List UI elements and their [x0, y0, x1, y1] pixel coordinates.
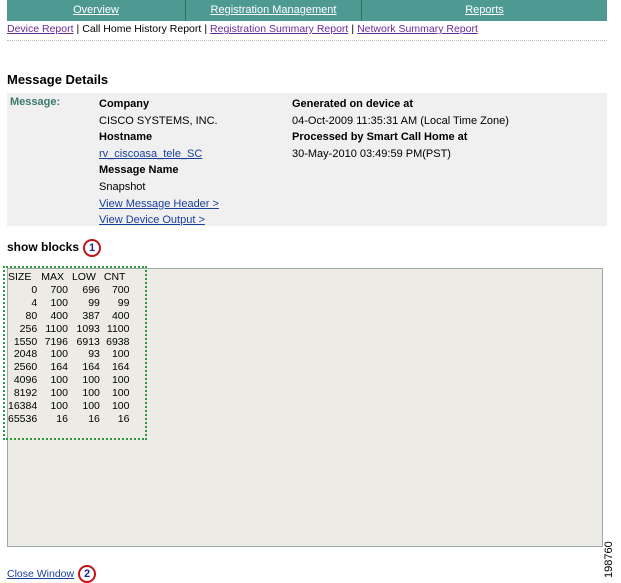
generated-value: 04-Oct-2009 11:35:31 AM (Local Time Zone…	[292, 114, 509, 127]
divider	[7, 40, 607, 41]
processed-value: 30-May-2010 03:49:59 PM(PST)	[292, 147, 451, 160]
tab-reports[interactable]: Reports	[362, 0, 607, 21]
generated-label: Generated on device at	[292, 98, 414, 110]
processed-label: Processed by Smart Call Home at	[292, 131, 468, 144]
highlight-box	[3, 266, 147, 440]
section-title-text: show blocks	[7, 240, 80, 255]
subnav-network-summary[interactable]: Network Summary Report	[357, 23, 478, 35]
message-name-label: Message Name	[99, 164, 179, 177]
subnav-call-home-history: Call Home History Report	[82, 23, 202, 35]
view-device-output-link[interactable]: View Device Output >	[99, 214, 205, 226]
close-window-link[interactable]: Close Window	[7, 568, 74, 580]
section-title: show blocks 1	[7, 239, 102, 257]
hostname-link[interactable]: rv_ciscoasa_tele_SC	[99, 148, 202, 160]
tab-registration-management[interactable]: Registration Management	[186, 0, 362, 21]
page-title: Message Details	[7, 72, 109, 87]
subnav-device-report[interactable]: Device Report	[7, 23, 74, 35]
tab-overview[interactable]: Overview	[7, 0, 186, 21]
view-message-header-link[interactable]: View Message Header >	[99, 198, 219, 210]
figure-number: 198760	[603, 541, 615, 578]
company-value: CISCO SYSTEMS, INC.	[99, 114, 218, 127]
callout-1: 1	[83, 239, 102, 257]
company-label: Company	[99, 98, 150, 110]
top-nav: Overview Registration Management Reports	[7, 0, 607, 21]
callout-2: 2	[78, 565, 97, 583]
subnav-registration-summary[interactable]: Registration Summary Report	[210, 23, 348, 35]
hostname-label: Hostname	[99, 131, 153, 144]
sub-nav: Device Report | Call Home History Report | R…	[7, 23, 478, 35]
message-label: Message:	[10, 96, 61, 108]
message-details-panel: Message: Company CISCO SYSTEMS, INC. Hos…	[7, 93, 607, 226]
message-name-value: Snapshot	[99, 180, 146, 193]
